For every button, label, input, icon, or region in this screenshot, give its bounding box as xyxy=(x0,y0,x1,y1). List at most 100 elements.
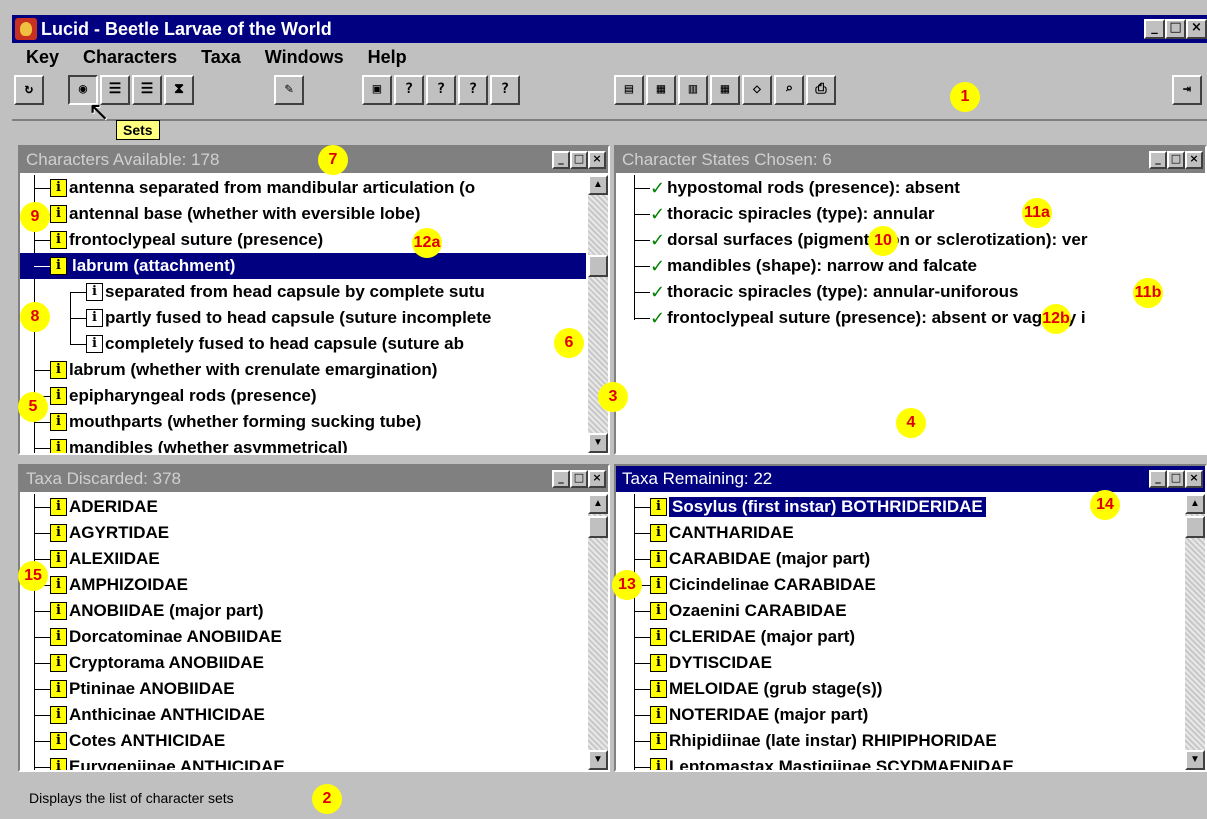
info-icon[interactable]: i xyxy=(650,706,667,724)
panel-minimize-button[interactable]: _ xyxy=(1149,151,1167,169)
layout-rows-icon[interactable]: ▤ xyxy=(614,75,644,105)
info-icon[interactable]: i xyxy=(650,498,667,516)
menu-taxa[interactable]: Taxa xyxy=(201,47,241,68)
info-icon[interactable]: i xyxy=(50,732,67,750)
info-icon[interactable]: i xyxy=(50,680,67,698)
layout-grid-icon[interactable]: ▦ xyxy=(646,75,676,105)
search-icon[interactable]: ⌕ xyxy=(774,75,804,105)
panel-minimize-button[interactable]: _ xyxy=(552,151,570,169)
info-icon[interactable]: i xyxy=(50,758,67,770)
list-item[interactable]: ✓ frontoclypeal suture (presence): absent… xyxy=(616,305,1205,331)
info-icon[interactable]: i xyxy=(650,550,667,568)
list-item[interactable]: i separated from head capsule by complete… xyxy=(20,279,586,305)
window-titlebar[interactable]: Lucid - Beetle Larvae of the World _ □ × xyxy=(12,15,1207,43)
close-button[interactable]: × xyxy=(1186,19,1207,39)
list-item[interactable]: i Anthicinae ANTHICIDAE xyxy=(20,702,586,728)
scroll-up-icon[interactable]: ▲ xyxy=(1185,494,1205,514)
info-icon[interactable]: i xyxy=(50,550,67,568)
restart-icon[interactable]: ↻ xyxy=(14,75,44,105)
list-item[interactable]: i Leptomastax Mastigiinae SCYDMAENIDAE xyxy=(616,754,1183,770)
info-icon[interactable]: i xyxy=(86,335,103,353)
scroll-up-icon[interactable]: ▲ xyxy=(588,175,608,195)
info-icon[interactable]: i xyxy=(50,413,67,431)
exit-icon[interactable]: ⇥ xyxy=(1172,75,1202,105)
menu-characters[interactable]: Characters xyxy=(83,47,177,68)
vertical-scrollbar[interactable]: ▲ ▼ xyxy=(588,494,608,770)
list-item[interactable]: ✓ hypostomal rods (presence): absent xyxy=(616,175,1205,201)
taxa-remaining-header[interactable]: Taxa Remaining: 22 _ □ × xyxy=(616,466,1205,492)
info-icon[interactable]: i xyxy=(86,283,103,301)
layout-cols-icon[interactable]: ▥ xyxy=(678,75,708,105)
list-item[interactable]: i completely fused to head capsule (sutur… xyxy=(20,331,586,357)
info-icon[interactable]: i xyxy=(50,576,67,594)
info-icon[interactable]: i xyxy=(50,628,67,646)
list-item[interactable]: i partly fused to head capsule (suture in… xyxy=(20,305,586,331)
query-sort-icon[interactable]: ? xyxy=(426,75,456,105)
info-icon[interactable]: i xyxy=(650,576,667,594)
print-icon[interactable]: ⎙ xyxy=(806,75,836,105)
list-item[interactable]: ✓ dorsal surfaces (pigmentation or sclero… xyxy=(616,227,1205,253)
list-item[interactable]: i CARABIDAE (major part) xyxy=(616,546,1183,572)
info-icon[interactable]: i xyxy=(50,231,67,249)
list-item[interactable]: i Ptininae ANOBIIDAE xyxy=(20,676,586,702)
list-item[interactable]: i MELOIDAE (grub stage(s)) xyxy=(616,676,1183,702)
info-icon[interactable]: i xyxy=(50,179,67,197)
vertical-scrollbar[interactable]: ▲ ▼ xyxy=(588,175,608,453)
list-item[interactable]: i antenna separated from mandibular artic… xyxy=(20,175,586,201)
info-icon[interactable]: i xyxy=(50,205,67,223)
panel-minimize-button[interactable]: _ xyxy=(552,470,570,488)
info-icon[interactable]: i xyxy=(50,654,67,672)
panel-maximize-button[interactable]: □ xyxy=(1167,470,1185,488)
list-item[interactable]: i mandibles (whether asymmetrical) xyxy=(20,435,586,453)
menu-windows[interactable]: Windows xyxy=(265,47,344,68)
menu-key[interactable]: Key xyxy=(26,47,59,68)
list-item[interactable]: i Dorcatominae ANOBIIDAE xyxy=(20,624,586,650)
list-item[interactable]: i Cryptorama ANOBIIDAE xyxy=(20,650,586,676)
info-icon[interactable]: i xyxy=(650,732,667,750)
panel-maximize-button[interactable]: □ xyxy=(570,470,588,488)
scroll-thumb[interactable] xyxy=(1185,516,1205,538)
list-item[interactable]: i mouthparts (whether forming sucking tub… xyxy=(20,409,586,435)
panel-close-button[interactable]: × xyxy=(1185,470,1203,488)
info-icon[interactable]: i xyxy=(650,758,667,770)
info-icon[interactable]: i xyxy=(50,602,67,620)
list-item[interactable]: i Ozaenini CARABIDAE xyxy=(616,598,1183,624)
list-item[interactable]: i DYTISCIDAE xyxy=(616,650,1183,676)
list-item[interactable]: i labrum (whether with crenulate emargina… xyxy=(20,357,586,383)
scroll-down-icon[interactable]: ▼ xyxy=(588,750,608,770)
list-item[interactable]: i ANOBIIDAE (major part) xyxy=(20,598,586,624)
list-item[interactable]: i Eurygeniinae ANTHICIDAE xyxy=(20,754,586,770)
info-icon[interactable]: i xyxy=(50,257,67,275)
panel-maximize-button[interactable]: □ xyxy=(1167,151,1185,169)
list-item[interactable]: i antennal base (whether with eversible l… xyxy=(20,201,586,227)
query-grid-icon[interactable]: ? xyxy=(490,75,520,105)
info-icon[interactable]: i xyxy=(650,680,667,698)
scroll-up-icon[interactable]: ▲ xyxy=(588,494,608,514)
info-icon[interactable]: i xyxy=(50,498,67,516)
list-item[interactable]: ✓ thoracic spiracles (type): annular-unif… xyxy=(616,279,1205,305)
list-item[interactable]: i NOTERIDAE (major part) xyxy=(616,702,1183,728)
maximize-button[interactable]: □ xyxy=(1165,19,1186,39)
query-list-icon[interactable]: ? xyxy=(394,75,424,105)
list-item[interactable]: i Cicindelinae CARABIDAE xyxy=(616,572,1183,598)
info-icon[interactable]: i xyxy=(50,387,67,405)
list-item[interactable]: ✓ mandibles (shape): narrow and falcate xyxy=(616,253,1205,279)
info-icon[interactable]: i xyxy=(650,628,667,646)
list-item[interactable]: i CANTHARIDAE xyxy=(616,520,1183,546)
menu-help[interactable]: Help xyxy=(368,47,407,68)
filter-icon[interactable]: ⧗ xyxy=(164,75,194,105)
list-item[interactable]: i ALEXIIDAE xyxy=(20,546,586,572)
info-icon[interactable]: i xyxy=(50,524,67,542)
list-item[interactable]: i CLERIDAE (major part) xyxy=(616,624,1183,650)
info-icon[interactable]: i xyxy=(50,361,67,379)
info-icon[interactable]: i xyxy=(650,602,667,620)
list-item[interactable]: i frontoclypeal suture (presence) xyxy=(20,227,586,253)
tag-icon[interactable]: ◇ xyxy=(742,75,772,105)
scroll-down-icon[interactable]: ▼ xyxy=(1185,750,1205,770)
info-icon[interactable]: i xyxy=(650,524,667,542)
info-icon[interactable]: i xyxy=(650,654,667,672)
list-item[interactable]: i Rhipidiinae (late instar) RHIPIPHORIDAE xyxy=(616,728,1183,754)
vertical-scrollbar[interactable]: ▲ ▼ xyxy=(1185,494,1205,770)
list-item-selected[interactable]: i labrum (attachment) xyxy=(20,253,586,279)
taxa-discarded-header[interactable]: Taxa Discarded: 378 _ □ × xyxy=(20,466,608,492)
